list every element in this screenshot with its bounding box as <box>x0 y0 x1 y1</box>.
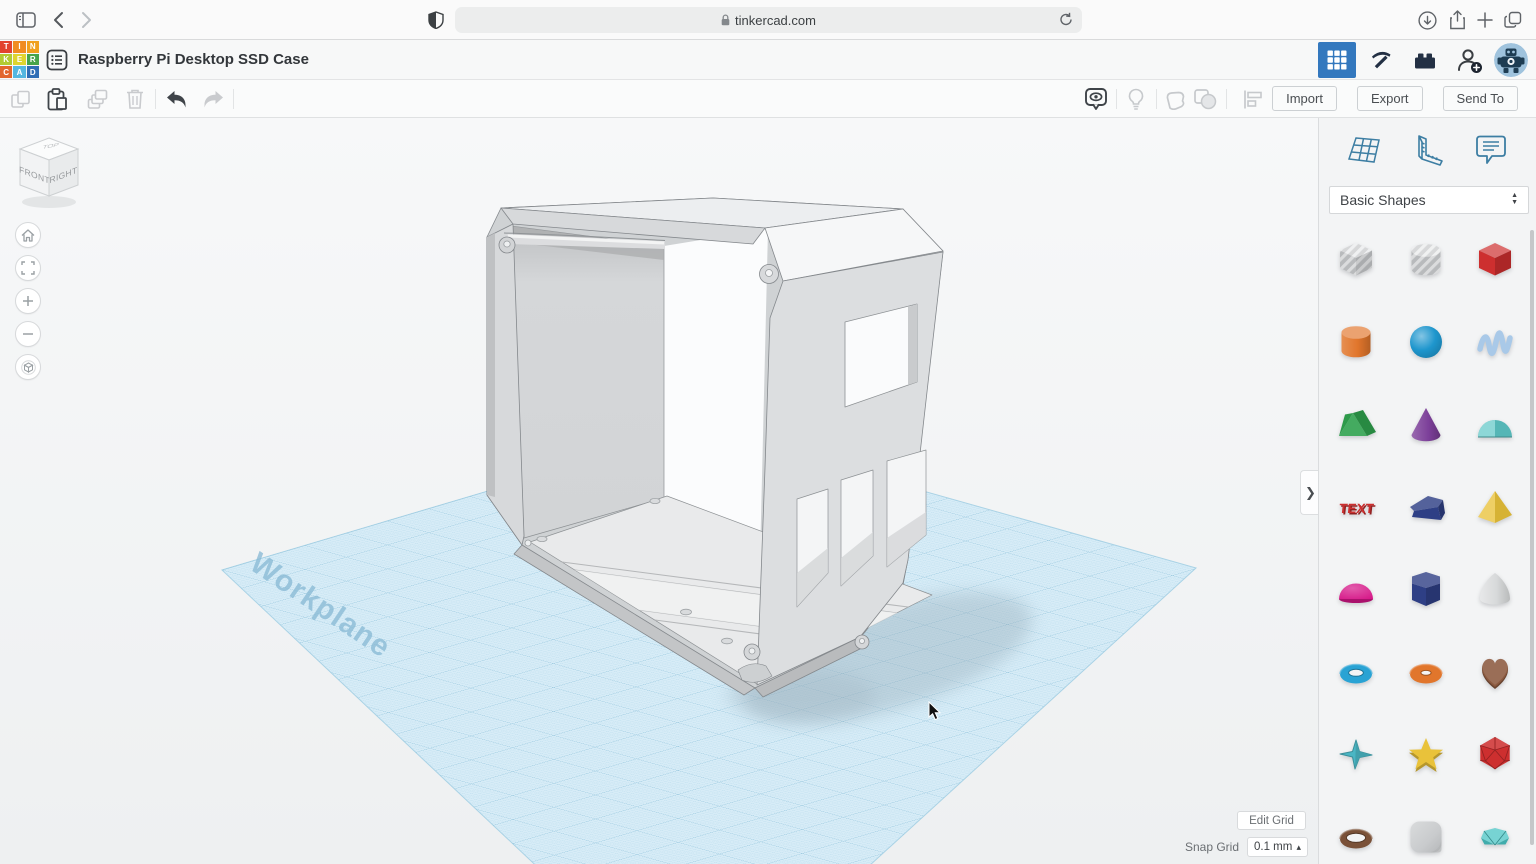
shapes-panel: Basic Shapes ▲▼ TEXT TEXT <box>1318 118 1536 864</box>
shape-polygon[interactable] <box>1402 566 1450 614</box>
hole-shape-icon[interactable] <box>1192 87 1218 111</box>
shape-dice[interactable] <box>1402 813 1450 861</box>
snap-grid-caret-icon: ▴ <box>1296 842 1301 853</box>
delete-icon[interactable] <box>122 87 148 111</box>
duplicate-icon[interactable] <box>85 87 111 111</box>
shape-round-roof[interactable] <box>1471 401 1519 449</box>
user-avatar[interactable] <box>1494 43 1528 77</box>
shape-box[interactable] <box>1471 236 1519 284</box>
reload-icon[interactable] <box>1059 12 1073 30</box>
show-all-icon[interactable] <box>1083 87 1109 111</box>
scene[interactable]: Workplane <box>0 118 1318 864</box>
perspective-toggle-button[interactable] <box>15 354 41 380</box>
back-button[interactable] <box>46 8 70 32</box>
shape-star-5point[interactable] <box>1402 730 1450 778</box>
zoom-out-button[interactable] <box>15 321 41 347</box>
document-title[interactable]: Raspberry Pi Desktop SSD Case <box>78 51 309 68</box>
downloads-icon[interactable] <box>1415 8 1439 32</box>
shape-heart[interactable] <box>1471 648 1519 696</box>
lock-icon <box>721 14 730 26</box>
logo-cell: D <box>27 66 39 78</box>
snap-grid-label: Snap Grid <box>1185 840 1239 854</box>
send-to-button[interactable]: Send To <box>1443 86 1518 111</box>
snap-grid-select[interactable]: 0.1 mm ▴ <box>1247 837 1308 857</box>
shape-half-sphere[interactable] <box>1332 566 1380 614</box>
shape-sphere[interactable] <box>1402 318 1450 366</box>
shape-pyramid[interactable] <box>1471 483 1519 531</box>
logo-cell: R <box>27 54 39 66</box>
export-button[interactable]: Export <box>1357 86 1423 111</box>
shape-ring[interactable] <box>1332 813 1380 861</box>
shape-torus-thick[interactable] <box>1402 648 1450 696</box>
tinkercad-logo[interactable]: TIN KER CAD <box>0 41 39 78</box>
shape-star-4point[interactable] <box>1332 730 1380 778</box>
invite-collaborator-icon[interactable] <box>1450 42 1488 78</box>
browser-toolbar: tinkercad.com <box>0 0 1536 40</box>
tab-overview-icon[interactable] <box>1501 8 1525 32</box>
shape-icosahedron[interactable] <box>1471 730 1519 778</box>
snap-grid-value: 0.1 mm <box>1254 841 1292 853</box>
home-view-button[interactable] <box>15 222 41 248</box>
shape-hole-box[interactable] <box>1332 236 1380 284</box>
address-bar[interactable]: tinkercad.com <box>455 7 1082 33</box>
logo-cell: I <box>13 41 25 53</box>
share-icon[interactable] <box>1445 8 1469 32</box>
shape-cone[interactable] <box>1402 401 1450 449</box>
zoom-in-button[interactable] <box>15 288 41 314</box>
logo-cell: A <box>13 66 25 78</box>
forward-button[interactable] <box>74 8 98 32</box>
solid-shape-icon[interactable] <box>1162 87 1188 111</box>
redo-icon[interactable] <box>200 87 226 111</box>
minecraft-pickaxe-icon[interactable] <box>1362 42 1400 78</box>
shape-roof[interactable] <box>1332 401 1380 449</box>
shape-torus[interactable] <box>1332 648 1380 696</box>
edit-grid-button[interactable]: Edit Grid <box>1237 811 1306 830</box>
copy-icon[interactable] <box>7 87 33 111</box>
shape-wedge[interactable] <box>1402 483 1450 531</box>
align-icon[interactable] <box>1240 87 1266 111</box>
logo-cell: N <box>27 41 39 53</box>
shape-hole-cylinder[interactable] <box>1402 236 1450 284</box>
panel-collapse-chevron[interactable]: ❯ <box>1300 470 1318 515</box>
dashboard-grid-button[interactable] <box>1318 42 1356 78</box>
svg-text:TEXT: TEXT <box>1338 501 1375 516</box>
undo-icon[interactable] <box>163 87 189 111</box>
import-button[interactable]: Import <box>1272 86 1337 111</box>
new-tab-icon[interactable] <box>1473 8 1497 32</box>
shape-grid: TEXT TEXT <box>1319 118 1536 864</box>
shape-gem[interactable] <box>1471 813 1519 861</box>
brick-builder-icon[interactable] <box>1406 42 1444 78</box>
logo-cell: T <box>0 41 12 53</box>
logo-cell: E <box>13 54 25 66</box>
privacy-shield-icon[interactable] <box>424 8 448 32</box>
viewport-nav <box>15 222 41 380</box>
logo-cell: C <box>0 66 12 78</box>
shape-text[interactable]: TEXT TEXT <box>1332 483 1380 531</box>
shape-scribble[interactable] <box>1471 318 1519 366</box>
fit-view-button[interactable] <box>15 255 41 281</box>
view-cube[interactable]: TOP FRONT RIGHT <box>16 136 82 216</box>
light-bulb-icon[interactable] <box>1123 87 1149 111</box>
panel-scrollbar[interactable] <box>1530 230 1534 845</box>
paste-icon[interactable] <box>44 87 70 111</box>
tinkercad-header: TIN KER CAD Raspberry Pi Desktop SSD Case <box>0 40 1536 80</box>
shape-paraboloid[interactable] <box>1471 566 1519 614</box>
logo-cell: K <box>0 54 12 66</box>
url-text: tinkercad.com <box>735 13 816 28</box>
3d-viewport[interactable]: Workplane <box>0 118 1318 864</box>
sidebar-toggle-icon[interactable] <box>14 8 38 32</box>
design-properties-icon[interactable] <box>46 49 68 71</box>
shape-cylinder[interactable] <box>1332 318 1380 366</box>
edit-toolbar: Import Export Send To <box>0 80 1536 118</box>
